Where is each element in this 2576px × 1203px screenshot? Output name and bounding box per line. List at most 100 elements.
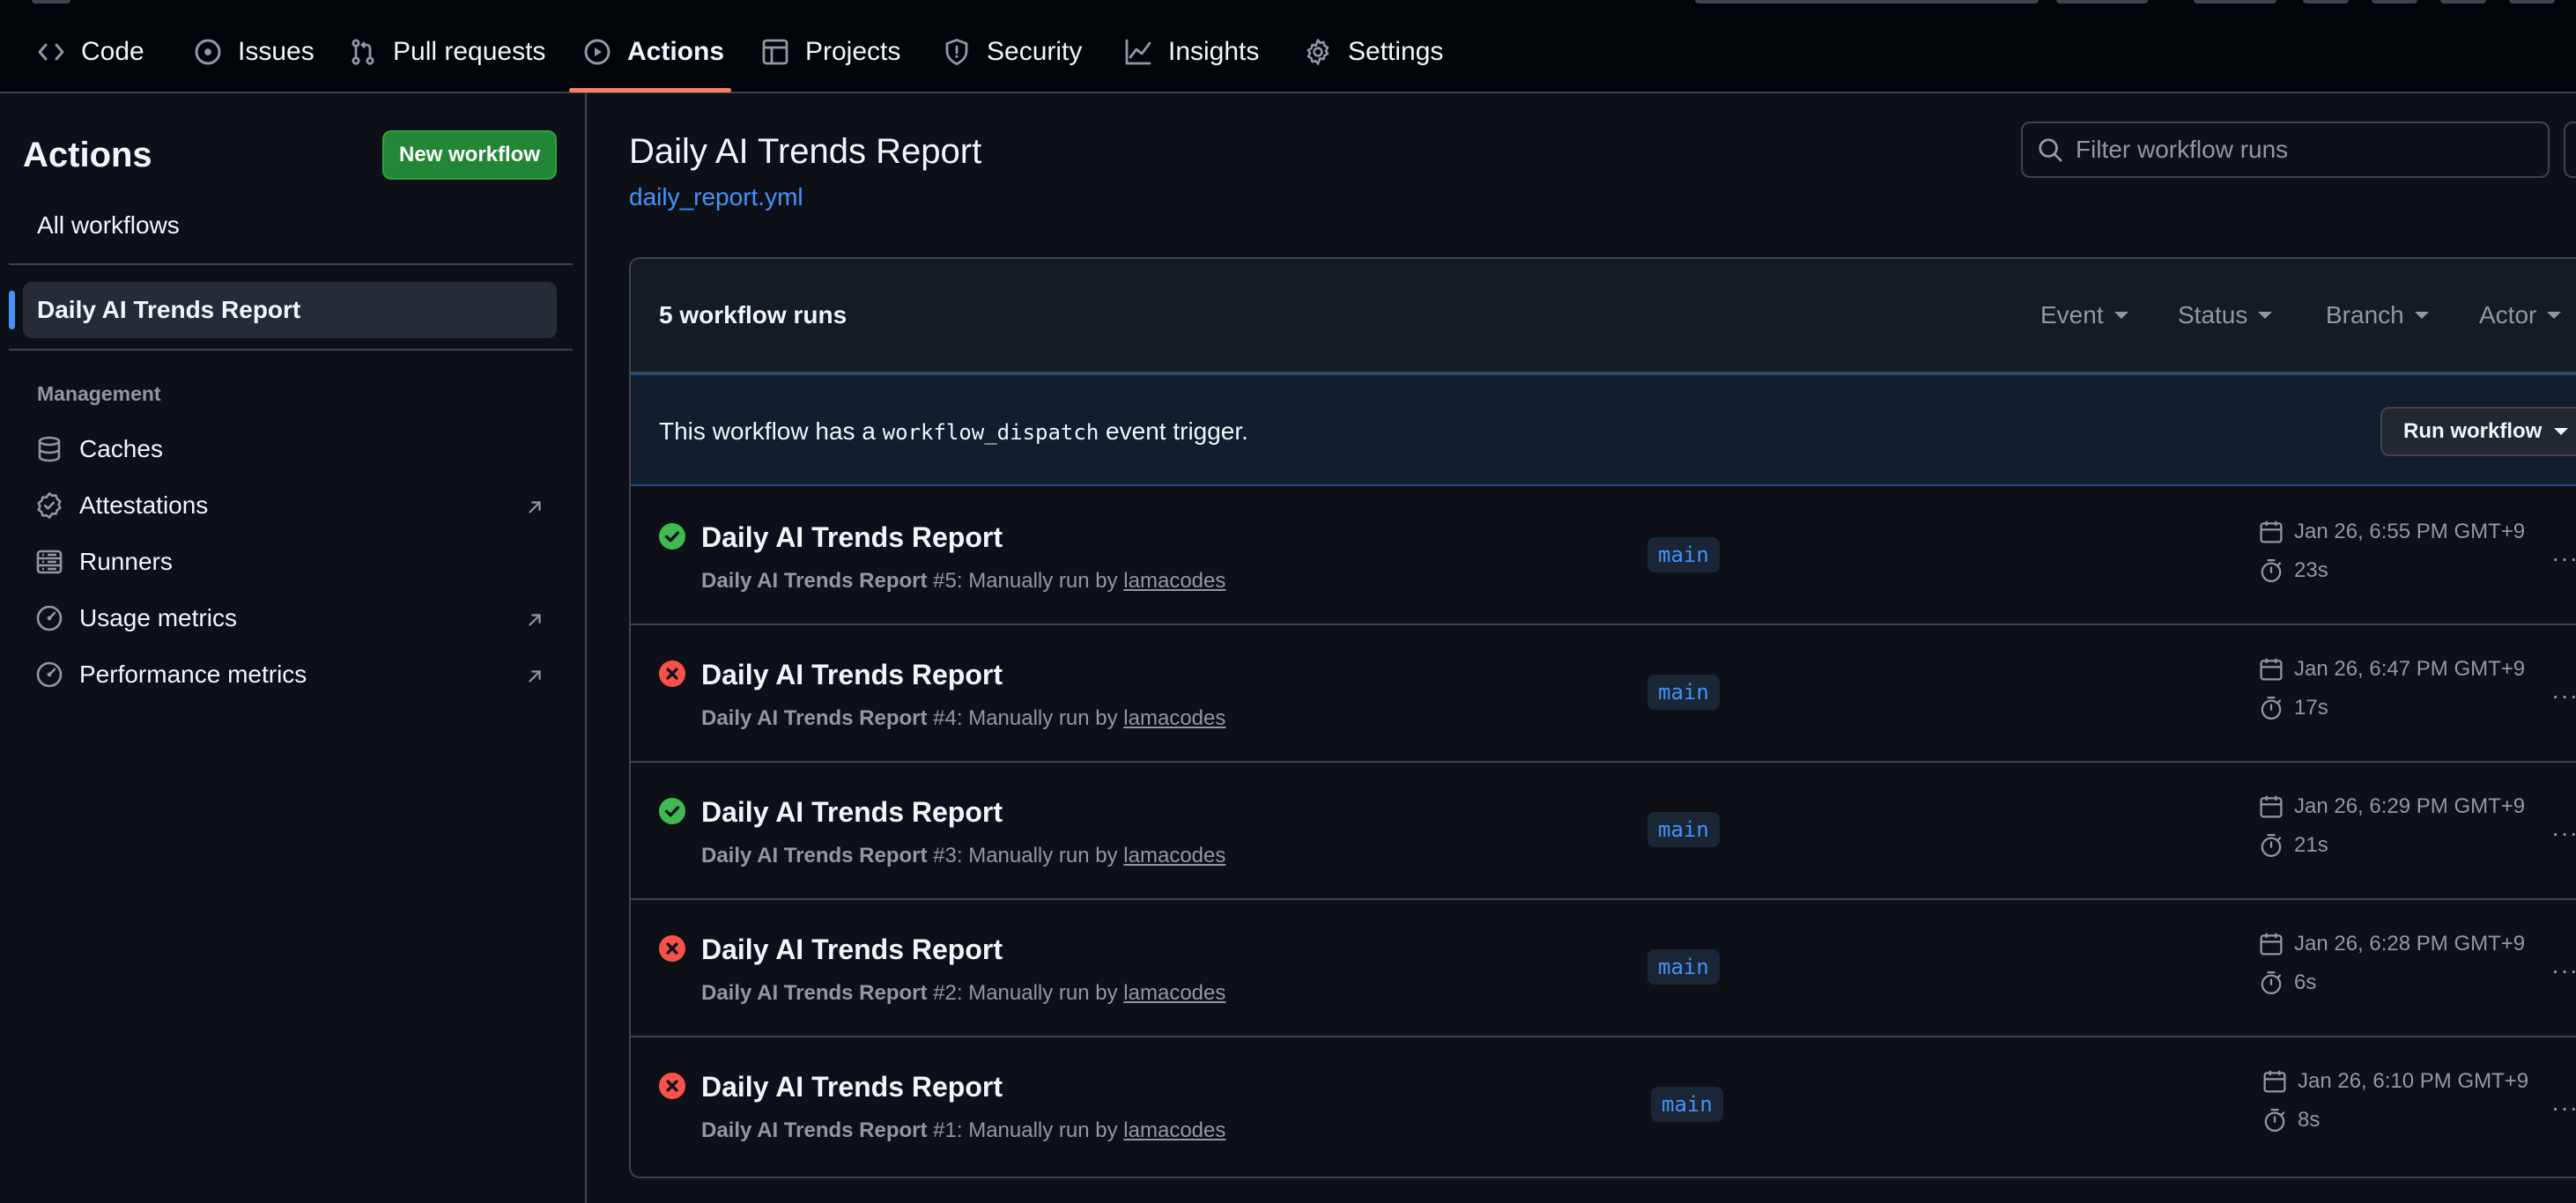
graph-icon — [1124, 38, 1152, 66]
sidebar-item-label: Caches — [79, 435, 163, 462]
calendar-icon — [2259, 794, 2284, 819]
table-row[interactable]: Daily AI Trends Report Daily AI Trends Re… — [631, 1037, 2576, 1175]
chevron-down-icon — [2258, 312, 2273, 319]
workflow-file-link[interactable]: daily_report.yml — [629, 183, 803, 211]
tab-code[interactable]: Code — [26, 25, 155, 79]
branch-label[interactable]: main — [1651, 1087, 1723, 1122]
sidebar-item-selected-workflow[interactable]: Daily AI Trends Report — [9, 282, 557, 338]
chevron-down-icon — [2547, 312, 2562, 319]
check-circle-icon — [659, 798, 685, 824]
workflow-runs-list: 5 workflow runs Event Status Branch Acto… — [629, 257, 2576, 1178]
filter-runs-field[interactable] — [2021, 122, 2550, 178]
run-more-options-button[interactable]: ··· — [2551, 819, 2576, 847]
event-filter-dropdown[interactable]: Event — [2040, 301, 2128, 329]
verified-icon — [35, 491, 63, 520]
tab-label: Actions — [627, 37, 725, 66]
sidebar-item-usage-metrics[interactable]: Usage metrics — [23, 594, 557, 643]
run-duration-text: 17s — [2294, 696, 2328, 720]
filter-runs-input[interactable] — [2076, 136, 2534, 164]
dropdown-label: Event — [2040, 301, 2104, 328]
sidebar-item-runners[interactable]: Runners — [23, 537, 557, 587]
run-more-options-button[interactable]: ··· — [2551, 682, 2576, 710]
external-link-icon — [525, 608, 544, 636]
run-duration-text: 23s — [2294, 558, 2328, 582]
tab-insights[interactable]: Insights — [1114, 25, 1269, 79]
run-duration-text: 6s — [2294, 971, 2317, 994]
dispatch-code: workflow_dispatch — [882, 420, 1099, 445]
branch-label[interactable]: main — [1647, 949, 1720, 985]
run-duration-text: 8s — [2298, 1108, 2321, 1132]
run-date-text: Jan 26, 6:29 PM GMT+9 — [2294, 794, 2526, 818]
sidebar-title: Actions — [23, 136, 152, 174]
external-link-icon — [525, 495, 544, 523]
run-more-options-button[interactable]: ··· — [2551, 1094, 2576, 1122]
tab-projects[interactable]: Projects — [751, 25, 911, 79]
sidebar-item-attestations[interactable]: Attestations — [23, 481, 557, 530]
run-title-link[interactable]: Daily AI Trends Report — [701, 934, 1003, 966]
dispatch-text-suffix: event trigger. — [1099, 417, 1248, 445]
run-description: Daily AI Trends Report #4: Manually run … — [701, 706, 1225, 731]
run-actor-link[interactable]: lamacodes — [1123, 706, 1225, 730]
tab-settings[interactable]: Settings — [1293, 25, 1454, 79]
x-circle-icon — [659, 1073, 685, 1099]
status-filter-dropdown[interactable]: Status — [2178, 301, 2273, 329]
sidebar-item-performance-metrics[interactable]: Performance metrics — [23, 650, 557, 699]
run-workflow-label: Run workflow — [2403, 419, 2543, 443]
tab-label: Code — [81, 37, 144, 66]
branch-filter-dropdown[interactable]: Branch — [2326, 301, 2429, 329]
run-trigger: : Manually run by — [956, 844, 1124, 867]
run-date-text: Jan 26, 6:55 PM GMT+9 — [2294, 520, 2526, 543]
branch-label[interactable]: main — [1647, 812, 1720, 847]
table-row[interactable]: Daily AI Trends Report Daily AI Trends Re… — [631, 625, 2576, 763]
meter-icon — [35, 604, 63, 632]
run-title-link[interactable]: Daily AI Trends Report — [701, 1071, 1003, 1103]
run-duration: 8s — [2262, 1108, 2320, 1133]
filter-options-button[interactable] — [2564, 122, 2576, 178]
run-more-options-button[interactable]: ··· — [2551, 544, 2576, 572]
table-row[interactable]: Daily AI Trends Report Daily AI Trends Re… — [631, 488, 2576, 625]
tab-issues[interactable]: Issues — [183, 25, 325, 79]
run-trigger: : Manually run by — [956, 981, 1124, 1005]
active-tab-indicator — [569, 88, 731, 92]
tab-security[interactable]: Security — [932, 25, 1092, 79]
run-number: #3 — [933, 844, 957, 867]
stopwatch-icon — [2259, 558, 2284, 583]
actor-filter-dropdown[interactable]: Actor — [2479, 301, 2562, 329]
dispatch-message: This workflow has a workflow_dispatch ev… — [659, 417, 1248, 446]
branch-label[interactable]: main — [1647, 537, 1720, 572]
table-row[interactable]: Daily AI Trends Report Daily AI Trends Re… — [631, 763, 2576, 900]
run-actor-link[interactable]: lamacodes — [1123, 1118, 1225, 1142]
new-workflow-button[interactable]: New workflow — [382, 130, 557, 180]
branch-label[interactable]: main — [1647, 675, 1720, 710]
run-title-link[interactable]: Daily AI Trends Report — [701, 521, 1003, 554]
all-workflows-link[interactable]: All workflows — [37, 211, 180, 240]
management-section-heading: Management — [37, 382, 161, 405]
table-row[interactable]: Daily AI Trends Report Daily AI Trends Re… — [631, 900, 2576, 1037]
tab-pull-requests[interactable]: Pull requests — [338, 25, 556, 79]
run-trigger: : Manually run by — [956, 706, 1124, 730]
repo-nav: Code Issues Pull requests Actions Projec… — [0, 0, 2576, 93]
dropdown-label: Branch — [2326, 301, 2404, 328]
run-actor-link[interactable]: lamacodes — [1123, 844, 1225, 867]
stopwatch-icon — [2259, 696, 2284, 720]
tab-actions[interactable]: Actions — [573, 25, 735, 79]
run-workflow-button[interactable]: Run workflow — [2380, 407, 2576, 456]
run-number: #5 — [933, 569, 957, 593]
run-actor-link[interactable]: lamacodes — [1123, 569, 1225, 593]
run-actor-link[interactable]: lamacodes — [1123, 981, 1225, 1005]
run-title-link[interactable]: Daily AI Trends Report — [701, 796, 1003, 829]
sidebar-item-label: Performance metrics — [79, 661, 307, 688]
shield-icon — [943, 38, 971, 66]
run-title-link[interactable]: Daily AI Trends Report — [701, 659, 1003, 691]
tab-label: Settings — [1348, 37, 1444, 66]
database-icon — [35, 435, 63, 463]
external-link-icon — [525, 664, 544, 692]
calendar-icon — [2259, 932, 2284, 956]
sidebar-item-caches[interactable]: Caches — [23, 424, 557, 474]
run-more-options-button[interactable]: ··· — [2551, 956, 2576, 985]
tab-label: Issues — [238, 37, 315, 66]
run-date-text: Jan 26, 6:10 PM GMT+9 — [2298, 1069, 2529, 1093]
run-trigger: : Manually run by — [956, 1118, 1124, 1142]
run-duration-text: 21s — [2294, 833, 2328, 857]
x-circle-icon — [659, 935, 685, 962]
